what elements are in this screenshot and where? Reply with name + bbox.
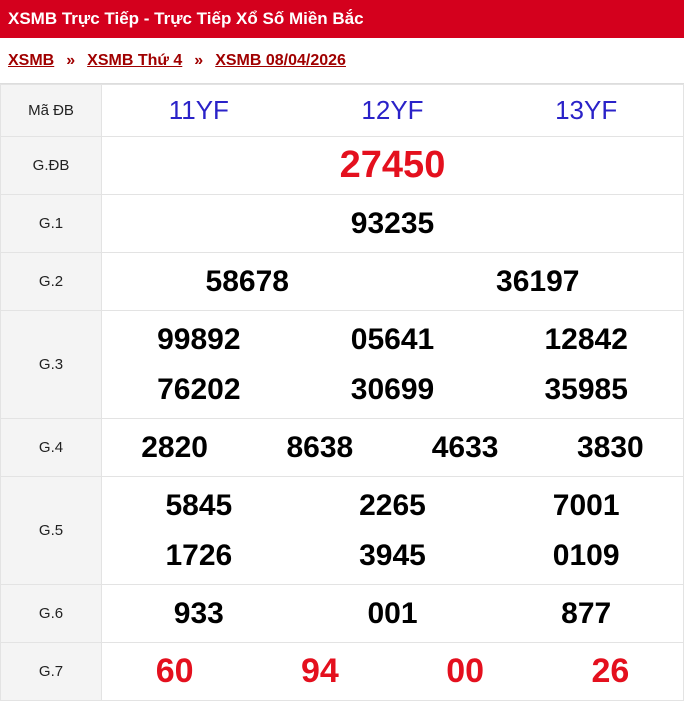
table-row: G.4 2820 8638 4633 3830 (0, 418, 684, 477)
prize-value: 93235 (350, 206, 435, 240)
row-label: G.5 (0, 476, 102, 585)
table-row: G.2 58678 36197 (0, 252, 684, 311)
prize-value: 001 (367, 596, 418, 630)
prize-value: 2820 (141, 430, 208, 464)
prize-value: 76202 (157, 372, 241, 406)
prize-5: 5845 2265 7001 1726 3945 0109 (101, 476, 684, 585)
prize-value: 27450 (339, 144, 446, 186)
prize-value: 1726 (165, 538, 233, 572)
breadcrumb-link-xsmb[interactable]: XSMB (8, 52, 54, 70)
prize-value: 8638 (286, 430, 354, 464)
code-value: 11YF (168, 95, 229, 125)
row-label: G.1 (0, 194, 102, 253)
row-label: G.2 (0, 252, 102, 311)
table-row: G.ĐB 27450 (0, 136, 684, 195)
prize-value: 4633 (431, 430, 499, 464)
results-table: Mã ĐB 11YF 12YF 13YF G.ĐB 27450 G.1 9323… (0, 84, 684, 701)
prize-value: 933 (173, 596, 224, 630)
code-value: 13YF (555, 95, 618, 125)
page-header: XSMB Trực Tiếp - Trực Tiếp Xổ Số Miền Bắ… (0, 0, 684, 38)
header-title: XSMB Trực Tiếp - Trực Tiếp Xổ Số Miền Bắ… (8, 9, 364, 28)
table-row: G.1 93235 (0, 194, 684, 253)
table-row: G.5 5845 2265 7001 1726 3945 0109 (0, 476, 684, 585)
table-row: G.3 99892 05641 12842 76202 30699 35985 (0, 310, 684, 419)
prize-value: 877 (561, 596, 612, 630)
prize-value: 7001 (552, 488, 620, 522)
code-value: 12YF (361, 95, 424, 125)
prize-value: 2265 (359, 488, 426, 522)
row-label: G.3 (0, 310, 102, 419)
row-label: G.7 (0, 642, 102, 701)
prize-1: 93235 (101, 194, 684, 253)
breadcrumb-link-date[interactable]: XSMB 08/04/2026 (215, 52, 346, 70)
special-prize: 27450 (101, 136, 684, 195)
breadcrumb-link-weekday[interactable]: XSMB Thứ 4 (87, 52, 182, 70)
table-row: G.7 60 94 00 26 (0, 642, 684, 701)
row-label: G.4 (0, 418, 102, 477)
prize-value: 30699 (350, 372, 435, 406)
row-label: G.ĐB (0, 136, 102, 195)
prize-value: 5845 (165, 488, 233, 522)
prize-value: 00 (446, 652, 485, 690)
prize-value: 0109 (552, 538, 620, 572)
prize-value: 3945 (359, 538, 426, 572)
prize-value: 58678 (205, 264, 289, 298)
prize-value: 36197 (496, 264, 580, 298)
prize-7: 60 94 00 26 (101, 642, 684, 701)
prize-value: 99892 (157, 322, 241, 356)
row-label: Mã ĐB (0, 84, 102, 137)
prize-3: 99892 05641 12842 76202 30699 35985 (101, 310, 684, 419)
prize-6: 933 001 877 (101, 584, 684, 643)
table-row: Mã ĐB 11YF 12YF 13YF (0, 84, 684, 137)
prize-value: 3830 (577, 430, 644, 464)
breadcrumb: XSMB » XSMB Thứ 4 » XSMB 08/04/2026 (0, 38, 684, 84)
prize-value: 35985 (544, 372, 628, 406)
prize-2: 58678 36197 (101, 252, 684, 311)
row-label: G.6 (0, 584, 102, 643)
prize-4: 2820 8638 4633 3830 (101, 418, 684, 477)
prize-value: 60 (155, 652, 194, 690)
prize-value: 12842 (544, 322, 628, 356)
special-codes: 11YF 12YF 13YF (101, 84, 684, 137)
prize-value: 05641 (350, 322, 435, 356)
breadcrumb-separator: » (194, 51, 204, 69)
table-row: G.6 933 001 877 (0, 584, 684, 643)
prize-value: 26 (591, 652, 630, 690)
prize-value: 94 (300, 652, 339, 690)
breadcrumb-separator: » (66, 51, 76, 69)
